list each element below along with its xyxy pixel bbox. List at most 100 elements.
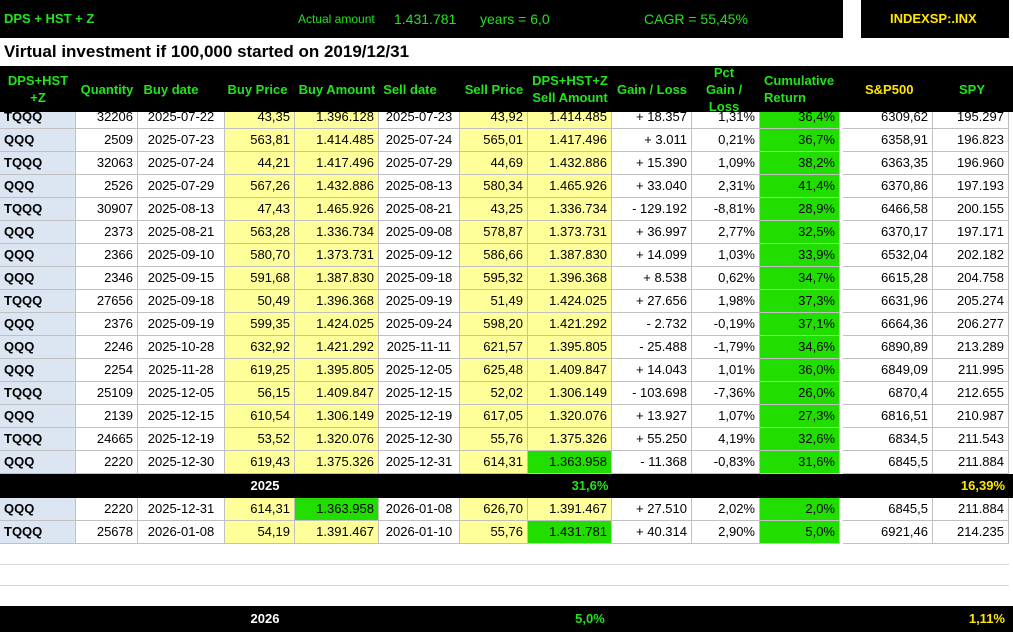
cell-ticker: TQQQ [0, 290, 76, 313]
cell-spy: 212.655 [933, 382, 1009, 405]
cell-cumulative-return: 26,0% [760, 382, 840, 405]
cell-sell-price: 595,32 [460, 267, 528, 290]
cell-sell-price: 626,70 [460, 498, 528, 521]
cell-buy-amount: 1.432.886 [295, 175, 379, 198]
cell-buy-price: 53,52 [225, 428, 295, 451]
cell-buy-amount: 1.391.467 [295, 521, 379, 544]
summary-sp-2026: 1,11% [968, 611, 1005, 626]
cell-sp500: 6849,09 [843, 359, 933, 382]
cell-ticker: TQQQ [0, 198, 76, 221]
cell-pct-gain: -7,36% [692, 382, 760, 405]
cell-buy-amount: 1.373.731 [295, 244, 379, 267]
cell-sp500: 6834,5 [843, 428, 933, 451]
col-buy-date: Buy date [143, 81, 199, 97]
cell-ticker: TQQQ [0, 152, 76, 175]
cell-sell-amount: 1.409.847 [528, 359, 612, 382]
cell-sell-date: 2025-07-24 [379, 129, 460, 152]
cell-sell-amount: 1.363.958 [528, 451, 612, 474]
cell-sell-price: 586,66 [460, 244, 528, 267]
cell-sell-price: 51,49 [460, 290, 528, 313]
cell-gain-loss: - 103.698 [612, 382, 692, 405]
cell-cumulative-return: 36,0% [760, 359, 840, 382]
cell-buy-price: 44,21 [225, 152, 295, 175]
col-gain-loss: Gain / Loss [616, 81, 688, 97]
cell-sell-amount: 1.336.734 [528, 198, 612, 221]
cell-sell-amount: 1.417.496 [528, 129, 612, 152]
cell-cumulative-return: 2,0% [760, 498, 840, 521]
cell-sell-date: 2025-09-12 [379, 244, 460, 267]
cell-pct-gain: 0,62% [692, 267, 760, 290]
cell-buy-amount: 1.320.076 [295, 428, 379, 451]
cell-spy: 196.823 [933, 129, 1009, 152]
cell-sell-date: 2025-07-29 [379, 152, 460, 175]
cell-sell-amount: 1.320.076 [528, 405, 612, 428]
cell-gain-loss: + 27.656 [612, 290, 692, 313]
cell-cumulative-return: 5,0% [760, 521, 840, 544]
cell-ticker: TQQQ [0, 521, 76, 544]
cell-sell-date: 2025-12-19 [379, 405, 460, 428]
cell-buy-date: 2025-12-05 [138, 382, 225, 405]
cell-quantity: 2220 [76, 451, 138, 474]
cell-quantity: 2246 [76, 336, 138, 359]
cell-ticker: QQQ [0, 405, 76, 428]
cell-buy-date: 2025-12-31 [138, 498, 225, 521]
cell-buy-date: 2025-07-29 [138, 175, 225, 198]
cell-sell-date: 2025-12-05 [379, 359, 460, 382]
cell-buy-price: 599,35 [225, 313, 295, 336]
cell-ticker: TQQQ [0, 428, 76, 451]
cell-gain-loss: - 129.192 [612, 198, 692, 221]
cell-pct-gain: -1,79% [692, 336, 760, 359]
col-buy-price: Buy Price [227, 81, 288, 97]
table-row: TQQQ 24665 2025-12-19 53,52 1.320.076 2025-12… [0, 428, 1013, 451]
cell-cumulative-return: 34,6% [760, 336, 840, 359]
bar-gap-right [1009, 0, 1013, 38]
cell-cumulative-return: 28,9% [760, 198, 840, 221]
cell-buy-price: 563,28 [225, 221, 295, 244]
summary-bar: DPS + HST + Z Actual amount 1.431.781 ye… [0, 0, 1013, 38]
cell-quantity: 2509 [76, 129, 138, 152]
actual-amount-value: 1.431.781 [394, 11, 457, 27]
table-row: TQQQ 27656 2025-09-18 50,49 1.396.368 2025-09… [0, 290, 1013, 313]
cell-spy: 202.182 [933, 244, 1009, 267]
cell-sell-amount: 1.306.149 [528, 382, 612, 405]
cell-cumulative-return: 27,3% [760, 405, 840, 428]
cell-sp500: 6921,46 [843, 521, 933, 544]
cell-buy-amount: 1.421.292 [295, 336, 379, 359]
cell-sell-price: 55,76 [460, 521, 528, 544]
summary-2025-row: 2025 31,6% 16,39% [0, 474, 1013, 498]
cell-ticker: QQQ [0, 451, 76, 474]
cell-buy-amount: 1.375.326 [295, 451, 379, 474]
cell-buy-amount: 1.409.847 [295, 382, 379, 405]
cell-buy-amount: 1.363.958 [295, 498, 379, 521]
cell-sell-date: 2026-01-10 [379, 521, 460, 544]
cell-sp500: 6466,58 [843, 198, 933, 221]
cell-gain-loss: + 36.997 [612, 221, 692, 244]
cell-quantity: 25678 [76, 521, 138, 544]
cell-spy: 197.171 [933, 221, 1009, 244]
cell-sell-amount: 1.432.886 [528, 152, 612, 175]
col-spy: SPY [958, 81, 985, 97]
cell-pct-gain: 2,31% [692, 175, 760, 198]
cell-sell-date: 2026-01-08 [379, 498, 460, 521]
cell-buy-date: 2025-09-18 [138, 290, 225, 313]
cell-quantity: 32063 [76, 152, 138, 175]
cell-cumulative-return: 38,2% [760, 152, 840, 175]
cell-buy-date: 2026-01-08 [138, 521, 225, 544]
cell-sell-price: 52,02 [460, 382, 528, 405]
cell-sp500: 6845,5 [843, 451, 933, 474]
cell-sp500: 6890,89 [843, 336, 933, 359]
summary-return-2026: 5,0% [575, 611, 605, 626]
table-row: QQQ 2526 2025-07-29 567,26 1.432.886 2025-08-… [0, 175, 1013, 198]
cell-ticker: QQQ [0, 244, 76, 267]
cell-buy-date: 2025-07-24 [138, 152, 225, 175]
index-label: INDEXSP:.INX [890, 11, 977, 26]
cell-spy: 196.960 [933, 152, 1009, 175]
cell-spy: 206.277 [933, 313, 1009, 336]
cell-sell-price: 580,34 [460, 175, 528, 198]
cell-sell-date: 2025-09-18 [379, 267, 460, 290]
cell-sell-amount: 1.424.025 [528, 290, 612, 313]
cell-sell-price: 625,48 [460, 359, 528, 382]
cell-gain-loss: + 8.538 [612, 267, 692, 290]
years-value: years = 6,0 [480, 11, 550, 27]
cell-ticker: QQQ [0, 221, 76, 244]
